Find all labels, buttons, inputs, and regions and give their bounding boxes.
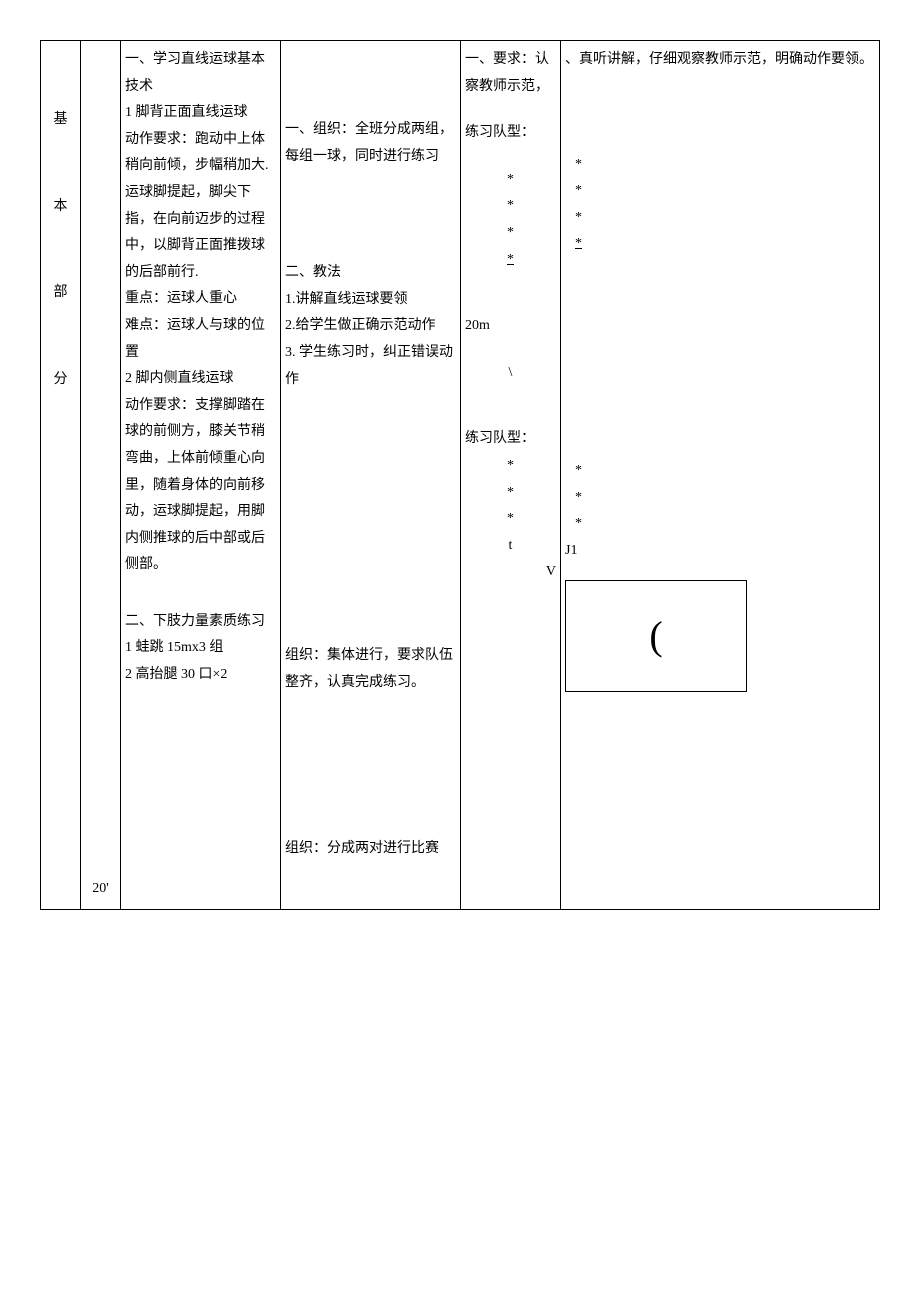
star-a3: *	[465, 220, 556, 247]
teaching-method-title: 二、教法	[285, 260, 456, 287]
content-cell: 一、学习直线运球基本技术 1 脚背正面直线运球 动作要求：跑动中上体稍向前倾，步…	[121, 41, 281, 910]
star-d3: *	[565, 511, 875, 538]
star-c3: *	[565, 205, 875, 232]
lesson-plan-table: 基 本 部 分 20' 一、学习直线运球基本技术 1 脚背正面直线运球 动作要求…	[40, 40, 880, 910]
section-char-4: 分	[45, 367, 76, 394]
star-c2: *	[565, 178, 875, 205]
content-hard: 难点：运球人与球的位置	[125, 313, 276, 366]
star-a1: *	[465, 167, 556, 194]
star-a2: *	[465, 193, 556, 220]
star-c1: *	[565, 152, 875, 179]
content-action-req2: 动作要求：支撑脚踏在球的前侧方，膝关节稍弯曲，上体前倾重心向里，随着身体的向前移…	[125, 393, 276, 579]
star-c4: *	[565, 231, 875, 258]
content-item1: 1 蛙跳 15mx3 组	[125, 635, 276, 662]
diagram-box: (	[565, 580, 747, 692]
distance-label: 20m	[465, 313, 556, 340]
section-label-cell: 基 本 部 分	[41, 41, 81, 910]
star-d2: *	[565, 485, 875, 512]
time-value: 20'	[92, 881, 109, 896]
section-char-1: 基	[45, 107, 76, 134]
teaching-org2: 组织：集体进行，要求队伍整齐，认真完成练习。	[285, 643, 456, 696]
star-a4: *	[465, 247, 556, 274]
slash-mark: \	[465, 360, 556, 387]
content-action-req: 动作要求：跑动中上体稍向前倾，步幅稍加大. 运球脚提起，脚尖下指，在向前迈步的过…	[125, 127, 276, 287]
req-line-a: 一、要求：认	[465, 47, 556, 74]
req-observe: 察教师示范，	[465, 74, 556, 101]
star-b2: *	[465, 480, 556, 507]
teaching-m2: 2.给学生做正确示范动作	[285, 313, 456, 340]
star-b3: *	[465, 506, 556, 533]
teaching-m3: 3. 学生练习时，纠正错误动作	[285, 340, 456, 393]
time-cell: 20'	[81, 41, 121, 910]
requirement-cell-b: 、真听讲解，仔细观察教师示范，明确动作要领。 * * * * * * * J1 …	[561, 41, 880, 910]
paren-glyph: (	[649, 598, 662, 674]
content-key: 重点：运球人重心	[125, 286, 276, 313]
teaching-org3: 组织：分成两对进行比赛	[285, 836, 456, 863]
v-mark: V	[465, 559, 556, 586]
teaching-org1: 一、组织：全班分成两组，每组一球，同时进行练习	[285, 117, 456, 170]
teaching-cell: 一、组织：全班分成两组，每组一球，同时进行练习 二、教法 1.讲解直线运球要领 …	[281, 41, 461, 910]
star-d1: *	[565, 458, 875, 485]
star-b1: *	[465, 453, 556, 480]
content-title-1: 一、学习直线运球基本技术	[125, 47, 276, 100]
content-title-2: 二、下肢力量素质练习	[125, 609, 276, 636]
section-char-3: 部	[45, 280, 76, 307]
content-sub2: 2 脚内侧直线运球	[125, 366, 276, 393]
formation-label-2: 练习队型：	[465, 426, 556, 453]
content-item2: 2 高抬腿 30 口×2	[125, 662, 276, 689]
requirement-cell-a: 一、要求：认 察教师示范， 练习队型： * * * * 20m \ 练习队型： …	[461, 41, 561, 910]
t-mark: t	[465, 533, 556, 560]
j1-mark: J1	[565, 538, 875, 565]
content-sub1: 1 脚背正面直线运球	[125, 100, 276, 127]
section-char-2: 本	[45, 194, 76, 221]
formation-label-1: 练习队型：	[465, 120, 556, 147]
req-line-b: 、真听讲解，仔细观察教师示范，明确动作要领。	[565, 47, 875, 74]
teaching-m1: 1.讲解直线运球要领	[285, 287, 456, 314]
